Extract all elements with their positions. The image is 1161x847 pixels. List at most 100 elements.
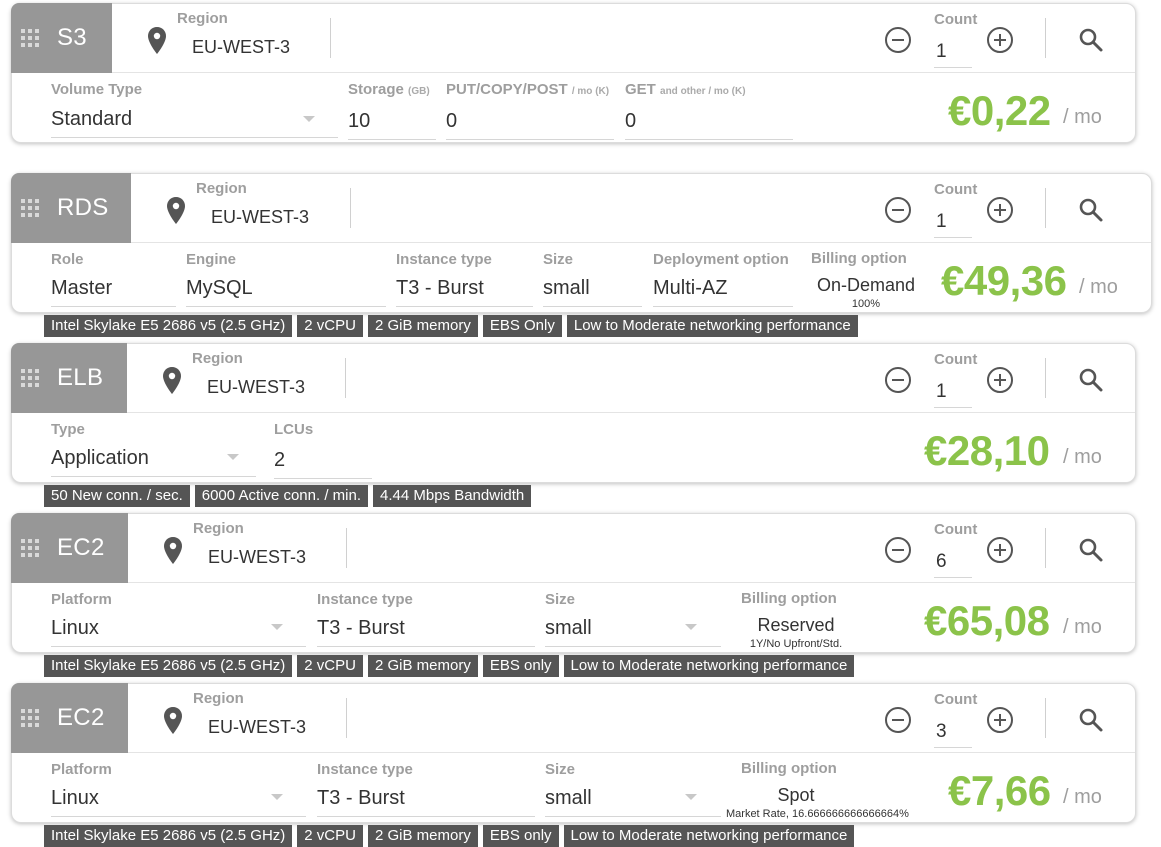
monthly-price: €0,22 xyxy=(948,87,1051,134)
spec-badge: Low to Moderate networking performance xyxy=(563,655,855,677)
drag-handle[interactable]: EC2 xyxy=(11,683,128,753)
volume-type-select[interactable]: Standard xyxy=(51,108,338,138)
spec-badge: 2 vCPU xyxy=(297,655,363,677)
divider xyxy=(1045,698,1046,738)
count-label: Count xyxy=(934,351,978,368)
drag-handle[interactable]: S3 xyxy=(11,3,112,73)
increment-button[interactable] xyxy=(986,26,1014,54)
spec-badge: Intel Skylake E5 2686 v5 (2.5 GHz) xyxy=(44,825,293,847)
instance-type-label: Instance type xyxy=(396,251,492,268)
card-header: ELB Region EU-WEST-3 Count 1 xyxy=(11,343,1135,413)
decrement-button[interactable] xyxy=(884,196,912,224)
count-label: Count xyxy=(934,691,978,708)
service-name: EC2 xyxy=(57,534,105,561)
region-label: Region xyxy=(196,180,247,197)
location-pin-icon xyxy=(148,27,166,54)
location-pin-icon xyxy=(164,537,182,564)
count-input[interactable]: 1 xyxy=(934,34,972,68)
dropdown-caret-icon xyxy=(271,794,283,800)
service-card-rds: RDS Region EU-WEST-3 Count 1 Role Master… xyxy=(11,173,1152,313)
region-label: Region xyxy=(192,350,243,367)
deployment-option-label: Deployment option xyxy=(653,251,789,268)
platform-select[interactable]: Linux xyxy=(51,787,306,817)
drag-handle[interactable]: EC2 xyxy=(11,513,128,583)
engine-select[interactable]: MySQL xyxy=(186,277,386,307)
divider xyxy=(330,18,331,58)
billing-option-label: Billing option xyxy=(811,250,907,267)
location-pin-icon xyxy=(164,707,182,734)
region-select[interactable]: EU-WEST-3 xyxy=(208,547,306,568)
spec-badge: 2 GiB memory xyxy=(367,825,478,847)
card-header: S3 Region EU-WEST-3 Count 1 xyxy=(11,3,1135,73)
service-name: EC2 xyxy=(57,704,105,731)
search-icon[interactable] xyxy=(1078,537,1104,563)
increment-button[interactable] xyxy=(986,536,1014,564)
service-card-ec2: EC2 Region EU-WEST-3 Count 3 Platform Li… xyxy=(11,683,1136,823)
billing-option-select[interactable]: Spot xyxy=(726,785,866,806)
spec-badge: 6000 Active conn. / min. xyxy=(194,485,368,507)
size-select[interactable]: small xyxy=(545,617,721,647)
decrement-button[interactable] xyxy=(884,706,912,734)
count-input[interactable]: 1 xyxy=(934,204,972,238)
card-header: RDS Region EU-WEST-3 Count 1 xyxy=(11,173,1151,243)
lcus-label: LCUs xyxy=(274,421,314,438)
spec-badge: 2 vCPU xyxy=(297,825,363,847)
billing-option-label: Billing option xyxy=(741,590,837,607)
spec-badge: 2 vCPU xyxy=(297,315,363,337)
lcus-input[interactable]: 2 xyxy=(274,449,372,479)
type-select[interactable]: Application xyxy=(51,447,256,477)
deployment-option-select[interactable]: Multi-AZ xyxy=(653,277,793,307)
region-select[interactable]: EU-WEST-3 xyxy=(208,717,306,738)
location-pin-icon xyxy=(163,367,181,394)
divider xyxy=(1045,188,1046,228)
decrement-button[interactable] xyxy=(884,536,912,564)
instance-type-select[interactable]: T3 - Burst xyxy=(396,277,533,307)
spec-badge: EBS only xyxy=(482,825,559,847)
per-month-label: / mo xyxy=(1063,786,1102,808)
count-input[interactable]: 1 xyxy=(934,374,972,408)
per-month-label: / mo xyxy=(1079,276,1118,298)
drag-handle[interactable]: ELB xyxy=(11,343,127,413)
count-label: Count xyxy=(934,11,978,28)
spec-badge: 4.44 Mbps Bandwidth xyxy=(373,485,532,507)
service-name: S3 xyxy=(57,24,87,51)
billing-option-select[interactable]: On-Demand xyxy=(811,275,921,296)
drag-handle[interactable]: RDS xyxy=(11,173,131,243)
drag-handle-icon xyxy=(21,539,39,557)
volume-type-label: Volume Type xyxy=(51,81,143,98)
monthly-price: €7,66 xyxy=(948,767,1051,814)
divider xyxy=(1045,358,1046,398)
role-select[interactable]: Master xyxy=(51,277,176,307)
search-icon[interactable] xyxy=(1078,27,1104,53)
size-select[interactable]: small xyxy=(543,277,642,307)
count-input[interactable]: 6 xyxy=(934,544,972,578)
count-input[interactable]: 3 xyxy=(934,714,972,748)
storage-input[interactable]: 10 xyxy=(348,110,436,140)
increment-button[interactable] xyxy=(986,366,1014,394)
search-icon[interactable] xyxy=(1078,707,1104,733)
platform-select[interactable]: Linux xyxy=(51,617,306,647)
spec-badge: EBS Only xyxy=(482,315,562,337)
region-select[interactable]: EU-WEST-3 xyxy=(192,37,290,58)
spec-badge: Intel Skylake E5 2686 v5 (2.5 GHz) xyxy=(44,315,293,337)
service-name: RDS xyxy=(57,194,109,221)
divider xyxy=(345,358,346,398)
spec-badge: Intel Skylake E5 2686 v5 (2.5 GHz) xyxy=(44,655,293,677)
size-select[interactable]: small xyxy=(545,787,721,817)
get-requests-input[interactable]: 0 xyxy=(625,110,793,140)
instance-type-select[interactable]: T3 - Burst xyxy=(317,787,535,817)
put-requests-input[interactable]: 0 xyxy=(446,110,614,140)
instance-type-select[interactable]: T3 - Burst xyxy=(317,617,535,647)
put-requests-label: PUT/COPY/POST / mo (K) xyxy=(446,81,610,98)
region-select[interactable]: EU-WEST-3 xyxy=(211,207,309,228)
decrement-button[interactable] xyxy=(884,366,912,394)
region-select[interactable]: EU-WEST-3 xyxy=(207,377,305,398)
search-icon[interactable] xyxy=(1078,197,1104,223)
divider xyxy=(346,698,347,738)
decrement-button[interactable] xyxy=(884,26,912,54)
spec-badges-rds: Intel Skylake E5 2686 v5 (2.5 GHz) 2 vCP… xyxy=(44,315,858,337)
increment-button[interactable] xyxy=(986,706,1014,734)
search-icon[interactable] xyxy=(1078,367,1104,393)
increment-button[interactable] xyxy=(986,196,1014,224)
billing-option-select[interactable]: Reserved xyxy=(726,615,866,636)
